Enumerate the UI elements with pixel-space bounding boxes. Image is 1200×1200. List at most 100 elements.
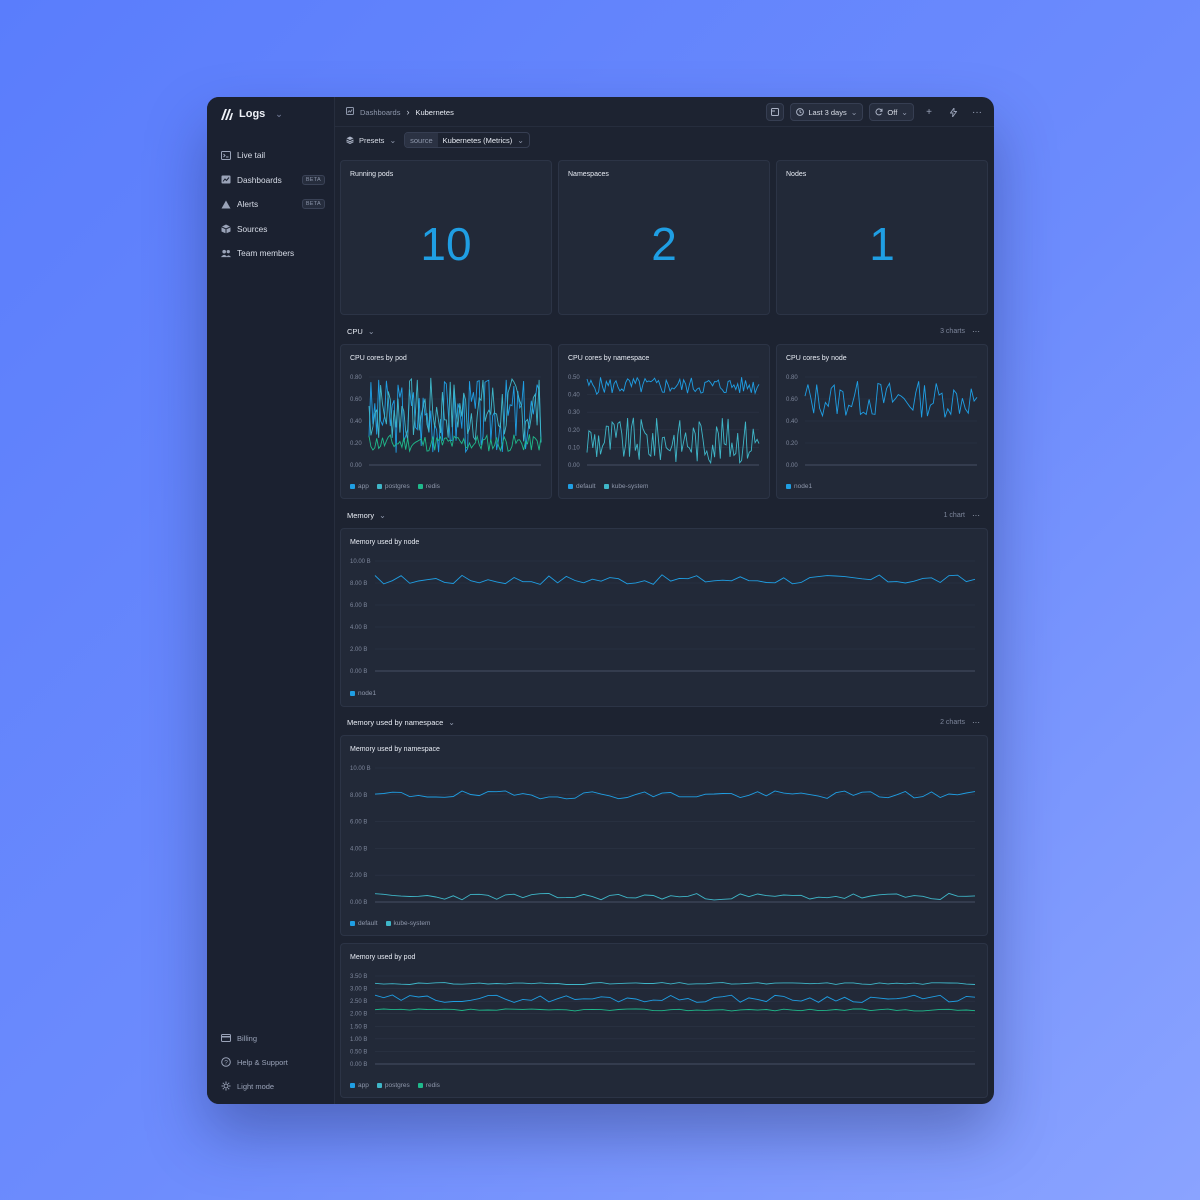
sidebar-item-label: Help & Support (237, 1057, 288, 1067)
legend-item[interactable]: redis (417, 1082, 440, 1089)
legend-item[interactable]: kube-system (385, 920, 430, 927)
y-tick-label: 0.00 B (350, 900, 367, 906)
section-header[interactable]: CPU ⌄ 3 charts ··· (347, 324, 980, 338)
line-chart[interactable]: 0.50 0.40 0.30 0.20 0.10 0.00 (559, 345, 771, 500)
breadcrumb-dashboards[interactable]: Dashboards (360, 108, 400, 117)
y-tick-label: 3.00 B (350, 987, 367, 993)
legend-label: redis (425, 483, 440, 490)
legend-item[interactable]: app (350, 483, 369, 490)
source-filter[interactable]: source Kubernetes (Metrics) ⌄ (404, 132, 530, 148)
sidebar-item-billing[interactable]: Billing (221, 1026, 325, 1050)
sidebar-item-label: Team members (237, 248, 295, 259)
y-tick-label: 0.40 (350, 419, 362, 425)
section-title: CPU (347, 326, 363, 336)
legend-item[interactable]: redis (417, 483, 440, 490)
legend-label: node1 (358, 690, 377, 697)
line-chart[interactable]: 0.80 0.60 0.40 0.20 0.00 (777, 345, 989, 500)
sidebar-item-help[interactable]: ? Help & Support (221, 1050, 325, 1074)
line-chart[interactable]: 10.00 B 8.00 B 6.00 B 4.00 B 2.00 B 0.00 B (341, 736, 989, 937)
legend-item[interactable]: postgres (376, 483, 410, 490)
legend-item[interactable]: app (350, 1082, 369, 1089)
sidebar-item-alerts[interactable]: Alerts BETA (221, 192, 325, 217)
y-tick-label: 3.50 B (350, 974, 367, 980)
y-tick-label: 10.00 B (350, 766, 371, 772)
more-icon[interactable]: ··· (968, 103, 986, 121)
chart-count: 2 charts (940, 718, 965, 726)
sidebar-footer: Billing ? Help & Support Light mode (221, 1026, 325, 1098)
legend-label: postgres (384, 483, 410, 490)
add-icon[interactable]: + (920, 103, 938, 121)
section-title: Memory used by namespace (347, 717, 444, 727)
chevron-down-icon: ⌄ (367, 326, 375, 336)
chart-legend: default kube-system (350, 920, 430, 927)
series-line-postgres[interactable] (374, 982, 976, 985)
legend-swatch (417, 484, 423, 489)
presets-button[interactable]: Presets ⌄ (346, 136, 396, 145)
panel-icon (771, 108, 780, 116)
y-tick-label: 1.50 B (350, 1024, 367, 1030)
sidebar-item-sources[interactable]: Sources (221, 217, 325, 242)
series-line-kube-system[interactable] (586, 417, 760, 465)
legend-item[interactable]: node1 (786, 483, 812, 490)
more-icon[interactable]: ··· (972, 718, 980, 727)
line-chart[interactable]: 0.80 0.60 0.40 0.20 0.00 (341, 345, 553, 500)
y-tick-label: 2.00 B (350, 647, 367, 653)
chart-legend: default kube-system (568, 483, 648, 490)
sidebar-item-live-tail[interactable]: Live tail (221, 143, 325, 168)
section-count: 3 charts ··· (940, 327, 980, 336)
app-name: Logs (239, 108, 266, 120)
legend-item[interactable]: node1 (350, 690, 376, 697)
y-tick-label: 0.50 B (350, 1049, 367, 1055)
line-chart[interactable]: 3.50 B 3.00 B 2.50 B 2.00 B 1.50 B 1.00 B 0.50… (341, 944, 989, 1099)
y-tick-label: 0.00 (568, 463, 580, 469)
legend-item[interactable]: kube-system (603, 483, 648, 490)
series-line-kube-system[interactable] (374, 892, 976, 901)
sidebar-item-team-members[interactable]: Team members (221, 241, 325, 266)
stat-panel: Running pods 10 (340, 160, 552, 315)
chart-legend: node1 (786, 483, 812, 490)
y-tick-label: 10.00 B (350, 559, 371, 565)
chart-legend: node1 (350, 690, 376, 697)
time-range-select[interactable]: Last 3 days ⌄ (790, 103, 864, 121)
y-tick-label: 2.50 B (350, 999, 367, 1005)
panel-title: Running pods (350, 171, 394, 178)
section-count: 2 charts ··· (940, 718, 980, 727)
lightning-icon[interactable] (944, 103, 962, 121)
app-switcher[interactable]: Logs ⌄ (221, 108, 283, 120)
legend-item[interactable]: default (350, 920, 378, 927)
refresh-select[interactable]: Off ⌄ (869, 103, 914, 121)
sidebar-item-label: Billing (237, 1033, 258, 1043)
source-value: Kubernetes (Metrics) ⌄ (438, 136, 529, 145)
breadcrumb: Dashboards › Kubernetes (346, 107, 454, 117)
y-tick-label: 0.10 (568, 445, 580, 451)
y-tick-label: 0.00 B (350, 1062, 367, 1068)
sidebar-nav: Live tail Dashboards BETA Alerts BETA So… (221, 143, 325, 266)
more-icon[interactable]: ··· (972, 511, 980, 520)
series-line-default[interactable] (586, 376, 760, 396)
more-icon[interactable]: ··· (972, 327, 980, 336)
sidebar-item-light-mode[interactable]: Light mode (221, 1074, 325, 1098)
chevron-down-icon: ⌄ (275, 108, 283, 119)
series-line-redis[interactable] (374, 1008, 976, 1012)
sidebar: Logs ⌄ Live tail Dashboards BETA Alerts … (207, 97, 335, 1104)
legend-item[interactable]: postgres (376, 1082, 410, 1089)
svg-text:?: ? (224, 1059, 228, 1066)
chart-panel: Memory used by namespace 10.00 B 8.00 B 6.0… (340, 735, 988, 936)
sun-icon (221, 1081, 231, 1091)
chart-panel: Memory used by pod 3.50 B 3.00 B 2.50 B 2.00… (340, 943, 988, 1098)
layout-toggle-button[interactable] (766, 103, 785, 121)
legend-swatch (385, 921, 391, 926)
chart-count: 1 chart (943, 511, 965, 519)
section-header[interactable]: Memory used by namespace ⌄ 2 charts ··· (347, 715, 980, 729)
time-range-label: Last 3 days (808, 107, 847, 117)
chevron-down-icon: ⌄ (901, 107, 908, 117)
stat-panel: Namespaces 2 (558, 160, 770, 315)
topbar: Dashboards › Kubernetes Last 3 days ⌄ Of… (335, 97, 994, 127)
y-tick-label: 0.80 (350, 375, 362, 381)
line-chart[interactable]: 10.00 B 8.00 B 6.00 B 4.00 B 2.00 B 0.00 B (341, 529, 989, 708)
legend-label: default (358, 920, 378, 927)
section-header[interactable]: Memory ⌄ 1 chart ··· (347, 508, 980, 522)
y-tick-label: 0.50 (568, 375, 580, 381)
sidebar-item-dashboards[interactable]: Dashboards BETA (221, 168, 325, 193)
legend-item[interactable]: default (568, 483, 596, 490)
